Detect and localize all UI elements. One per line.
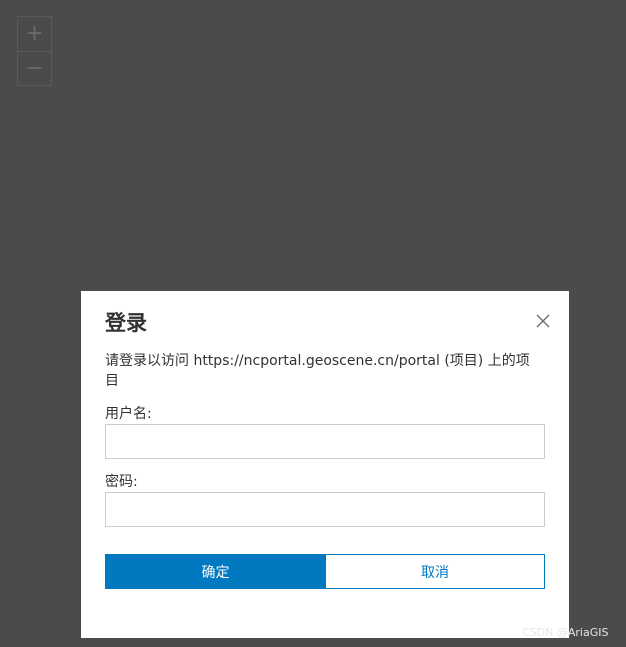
plus-icon: + (25, 21, 44, 46)
username-input[interactable] (105, 424, 545, 459)
minus-icon: − (25, 56, 44, 81)
dialog-title: 登录 (105, 311, 147, 335)
ok-button[interactable]: 确定 (105, 554, 326, 589)
username-label: 用户名: (105, 406, 152, 422)
dialog-message: 请登录以访问 https://ncportal.geoscene.cn/port… (105, 353, 530, 389)
watermark: CSDN @AriaGIS (522, 626, 609, 639)
password-label: 密码: (105, 474, 138, 490)
zoom-control: + − (17, 16, 52, 86)
close-icon (536, 314, 550, 328)
cancel-button[interactable]: 取消 (325, 554, 545, 589)
password-input[interactable] (105, 492, 545, 527)
close-button[interactable] (533, 311, 553, 331)
zoom-out-button[interactable]: − (18, 51, 51, 86)
zoom-in-button[interactable]: + (18, 17, 51, 51)
sign-in-dialog: 登录 请登录以访问 https://ncportal.geoscene.cn/p… (81, 291, 569, 638)
